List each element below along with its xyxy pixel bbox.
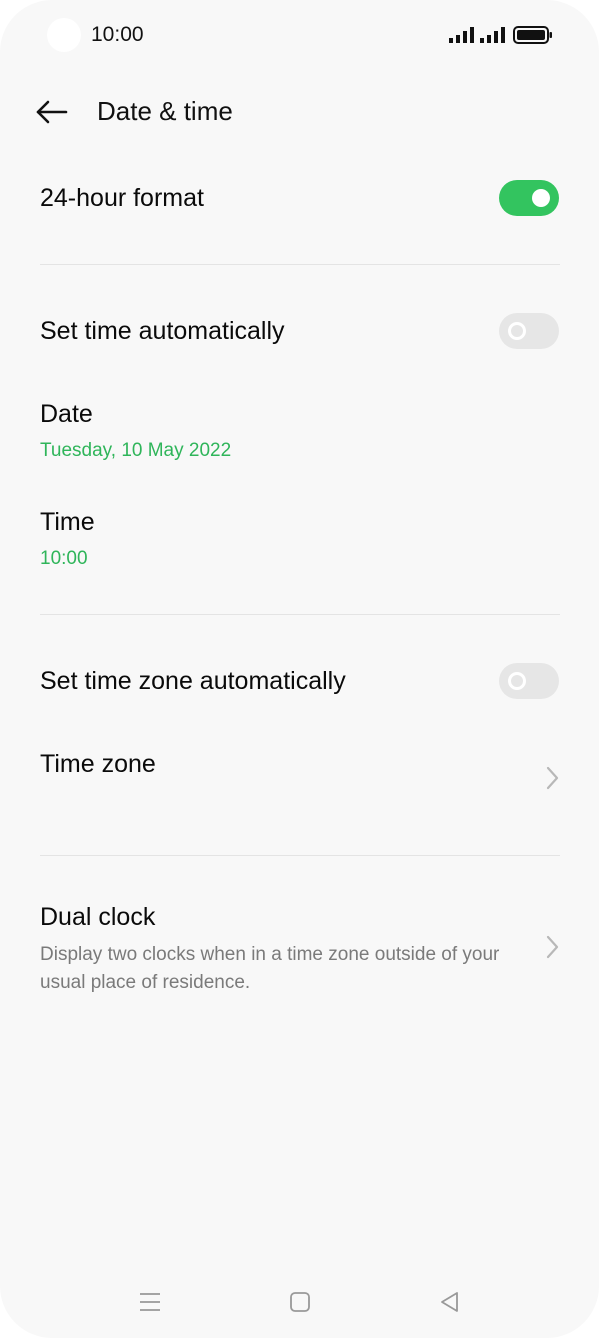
back-nav-button[interactable] bbox=[434, 1286, 466, 1318]
status-bar: 10:00 bbox=[0, 0, 599, 70]
24-hour-format-toggle[interactable] bbox=[499, 180, 559, 216]
home-icon bbox=[290, 1292, 310, 1312]
chevron-right-icon bbox=[546, 766, 559, 790]
setting-label: Set time zone automatically bbox=[40, 667, 346, 695]
toggle-knob bbox=[532, 189, 550, 207]
page-title: Date & time bbox=[97, 96, 233, 126]
setting-label: Dual clock bbox=[40, 903, 156, 931]
setting-label: Time bbox=[40, 508, 95, 536]
setting-time[interactable]: Time 10:00 bbox=[40, 498, 560, 578]
divider bbox=[40, 855, 560, 856]
arrow-left-icon bbox=[36, 100, 68, 124]
setting-time-zone[interactable]: Time zone bbox=[40, 740, 560, 820]
setting-set-time-zone-automatically[interactable]: Set time zone automatically bbox=[40, 653, 560, 713]
set-time-automatically-toggle[interactable] bbox=[499, 313, 559, 349]
setting-date[interactable]: Date Tuesday, 10 May 2022 bbox=[40, 390, 560, 470]
setting-label: Time zone bbox=[40, 750, 156, 778]
menu-icon bbox=[140, 1293, 160, 1311]
battery-icon bbox=[513, 26, 552, 44]
back-triangle-icon bbox=[441, 1292, 458, 1312]
signal-icon bbox=[449, 27, 474, 43]
status-clock: 10:00 bbox=[91, 23, 144, 46]
recent-apps-button[interactable] bbox=[134, 1286, 166, 1318]
divider bbox=[40, 264, 560, 265]
chevron-right-icon bbox=[546, 935, 559, 959]
setting-24-hour-format[interactable]: 24-hour format bbox=[40, 170, 560, 230]
date-value: Tuesday, 10 May 2022 bbox=[40, 440, 232, 461]
setting-label: Date bbox=[40, 400, 93, 428]
setting-set-time-automatically[interactable]: Set time automatically bbox=[40, 303, 560, 363]
navigation-bar bbox=[0, 1280, 599, 1324]
toggle-knob bbox=[508, 672, 526, 690]
front-camera bbox=[47, 18, 81, 52]
dual-clock-description: Display two clocks when in a time zone o… bbox=[40, 944, 500, 993]
back-button[interactable] bbox=[32, 94, 72, 130]
time-value: 10:00 bbox=[40, 548, 88, 569]
divider bbox=[40, 614, 560, 615]
app-header: Date & time bbox=[0, 80, 599, 144]
setting-label: Set time automatically bbox=[40, 317, 285, 345]
toggle-knob bbox=[508, 322, 526, 340]
phone-screen: 10:00 Date & time 24-hour format Set tim… bbox=[0, 0, 599, 1338]
setting-label: 24-hour format bbox=[40, 184, 204, 212]
set-time-zone-automatically-toggle[interactable] bbox=[499, 663, 559, 699]
setting-dual-clock[interactable]: Dual clock Display two clocks when in a … bbox=[40, 893, 560, 1003]
home-button[interactable] bbox=[284, 1286, 316, 1318]
signal-icon bbox=[480, 27, 505, 43]
